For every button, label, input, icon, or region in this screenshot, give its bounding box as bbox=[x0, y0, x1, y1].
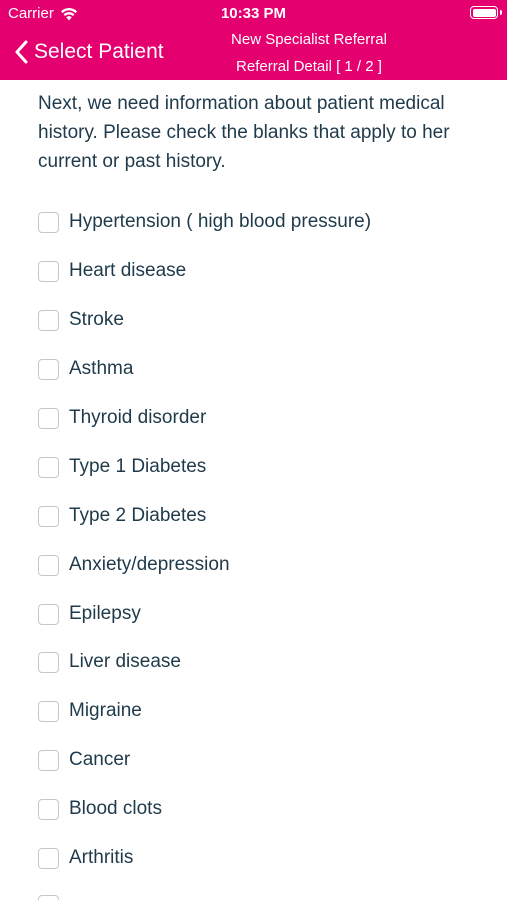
status-bar: Carrier 10:33 PM bbox=[0, 0, 507, 28]
checkbox[interactable] bbox=[38, 700, 59, 722]
option-label: Asthma bbox=[69, 358, 134, 379]
checkbox[interactable] bbox=[38, 603, 59, 625]
option-blood-clots[interactable]: Blood clots bbox=[38, 794, 162, 824]
option-label: Migraine bbox=[69, 700, 142, 721]
option-partially-visible[interactable] bbox=[38, 890, 59, 900]
option-migraine[interactable]: Migraine bbox=[38, 696, 142, 726]
option-liver-disease[interactable]: Liver disease bbox=[38, 647, 181, 677]
option-type-2-diabetes[interactable]: Type 2 Diabetes bbox=[38, 501, 206, 531]
option-label: Epilepsy bbox=[69, 603, 141, 624]
option-label: Liver disease bbox=[69, 651, 181, 672]
checkbox[interactable] bbox=[38, 894, 59, 900]
option-epilepsy[interactable]: Epilepsy bbox=[38, 599, 141, 629]
option-thyroid-disorder[interactable]: Thyroid disorder bbox=[38, 403, 206, 433]
option-label: Cancer bbox=[69, 749, 131, 770]
checkbox[interactable] bbox=[38, 358, 59, 380]
option-label: Blood clots bbox=[69, 798, 162, 819]
nav-subtitle: Referral Detail [ 1 / 2 ] bbox=[236, 58, 382, 75]
option-label: Arthritis bbox=[69, 847, 134, 868]
checkbox[interactable] bbox=[38, 749, 59, 771]
option-asthma[interactable]: Asthma bbox=[38, 354, 133, 384]
status-time: 10:33 PM bbox=[220, 5, 287, 22]
checkbox[interactable] bbox=[38, 260, 59, 282]
option-type-1-diabetes[interactable]: Type 1 Diabetes bbox=[38, 452, 206, 482]
checkbox[interactable] bbox=[38, 309, 59, 331]
checkbox[interactable] bbox=[38, 505, 59, 527]
back-button[interactable]: Select Patient bbox=[14, 36, 164, 68]
checkbox[interactable] bbox=[38, 211, 59, 233]
chevron-left-icon bbox=[15, 40, 28, 64]
option-label: Type 1 Diabetes bbox=[69, 456, 207, 477]
option-label: Thyroid disorder bbox=[69, 407, 207, 428]
option-hypertension[interactable]: Hypertension ( high blood pressure) bbox=[38, 207, 371, 237]
checkbox[interactable] bbox=[38, 651, 59, 673]
option-label: Hypertension ( high blood pressure) bbox=[69, 211, 372, 232]
option-cancer[interactable]: Cancer bbox=[38, 745, 130, 775]
checkbox[interactable] bbox=[38, 798, 59, 820]
intro-text: Next, we need information about patient … bbox=[38, 93, 450, 172]
checkbox[interactable] bbox=[38, 456, 59, 478]
battery-icon bbox=[470, 6, 502, 19]
option-label: Heart disease bbox=[69, 260, 187, 281]
option-label: Stroke bbox=[69, 309, 124, 330]
option-label: Type 2 Diabetes bbox=[69, 505, 207, 526]
checkbox[interactable] bbox=[38, 554, 59, 576]
option-anxiety-depression[interactable]: Anxiety/depression bbox=[38, 550, 230, 580]
nav-header: Carrier 10:33 PM Select Patient New Spec… bbox=[0, 0, 507, 80]
checkbox[interactable] bbox=[38, 407, 59, 429]
option-stroke[interactable]: Stroke bbox=[38, 305, 124, 335]
checkbox[interactable] bbox=[38, 847, 59, 869]
option-heart-disease[interactable]: Heart disease bbox=[38, 256, 186, 286]
referral-form: Next, we need information about patient … bbox=[0, 80, 507, 900]
screen: Carrier 10:33 PM Select Patient New Spec… bbox=[0, 0, 507, 900]
option-arthritis[interactable]: Arthritis bbox=[38, 843, 133, 873]
option-label: Anxiety/depression bbox=[69, 554, 230, 575]
nav-title: New Specialist Referral bbox=[231, 31, 387, 48]
back-button-label: Select Patient bbox=[34, 40, 164, 63]
